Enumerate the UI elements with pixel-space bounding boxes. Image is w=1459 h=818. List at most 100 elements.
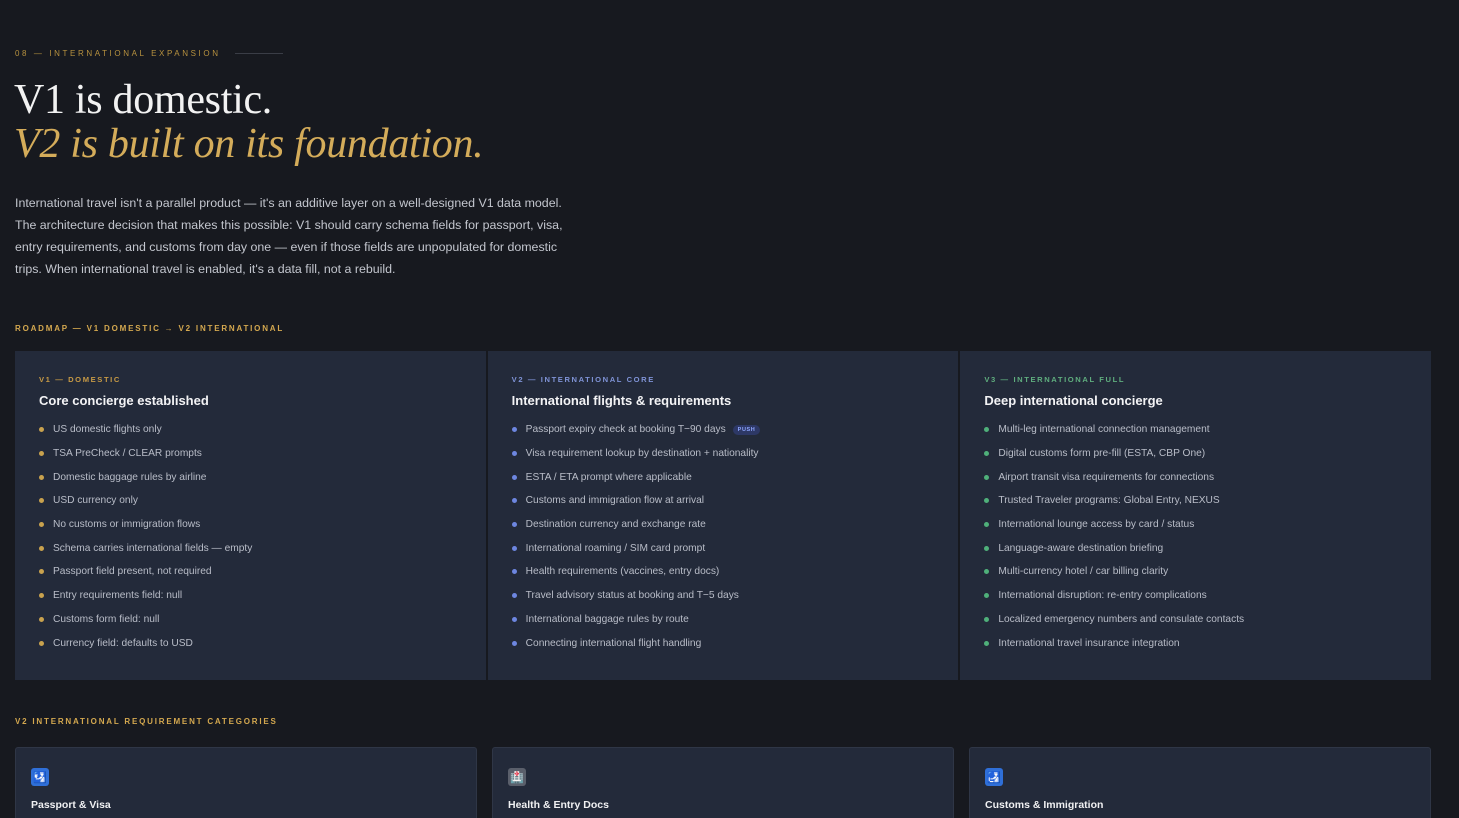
list-item: US domestic flights only bbox=[39, 418, 462, 442]
list-item: International disruption: re-entry compl… bbox=[984, 584, 1407, 608]
bullet-dot-icon bbox=[511, 522, 517, 528]
list-item-text: Visa requirement lookup by destination +… bbox=[525, 448, 759, 460]
bullet-dot-icon bbox=[511, 474, 517, 480]
bullet-dot-icon bbox=[984, 427, 990, 433]
phase-tag: V1 — Domestic bbox=[39, 375, 121, 384]
list-item-text: International disruption: re-entry compl… bbox=[998, 590, 1207, 602]
phase-list: US domestic flights only TSA PreCheck / C… bbox=[39, 418, 462, 655]
list-item-text: Language-aware destination briefing bbox=[998, 542, 1164, 554]
list-item: Passport field present, not required bbox=[39, 560, 462, 584]
bullet-dot-icon bbox=[984, 569, 990, 575]
bullet-dot-icon bbox=[984, 498, 990, 504]
list-item: Travel advisory status at booking and T−… bbox=[511, 584, 935, 608]
list-item-text: Currency field: defaults to USD bbox=[53, 637, 193, 649]
category-title: Customs & Immigration bbox=[985, 799, 1104, 811]
bullet-dot-icon bbox=[39, 593, 44, 599]
list-item-text: No customs or immigration flows bbox=[53, 519, 201, 531]
list-item: ESTA / ETA prompt where applicable bbox=[511, 465, 935, 489]
list-item: Language-aware destination briefing bbox=[984, 536, 1407, 560]
list-item-text: Multi-currency hotel / car billing clari… bbox=[998, 566, 1169, 578]
list-item-text: US domestic flights only bbox=[53, 424, 162, 436]
list-item: Localized emergency numbers and consulat… bbox=[984, 608, 1407, 632]
list-item: Digital customs form pre-fill (ESTA, CBP… bbox=[984, 442, 1407, 466]
list-item: TSA PreCheck / CLEAR prompts bbox=[39, 442, 462, 466]
list-item-text: International baggage rules by route bbox=[525, 613, 689, 625]
list-item: Connecting international flight handling bbox=[511, 631, 935, 655]
list-item: Visa requirement lookup by destination +… bbox=[511, 442, 935, 466]
roadmap-phase-2: V2 — International Core International fli… bbox=[487, 351, 959, 680]
category-title: Passport & Visa bbox=[31, 799, 111, 811]
section-eyebrow: 08 — International Expansion bbox=[15, 49, 283, 58]
list-item-text: Schema carries international fields — em… bbox=[53, 542, 253, 554]
phase-title: Deep international concierge bbox=[984, 393, 1163, 408]
customs-icon: 🛃 bbox=[985, 768, 1003, 786]
list-item: USD currency only bbox=[39, 489, 462, 513]
list-item-text: Health requirements (vaccines, entry doc… bbox=[525, 566, 720, 578]
list-item: International lounge access by card / st… bbox=[984, 513, 1407, 537]
list-item-text: Entry requirements field: null bbox=[53, 590, 183, 602]
list-item-text: ESTA / ETA prompt where applicable bbox=[525, 471, 692, 483]
bullet-dot-icon bbox=[511, 569, 517, 575]
list-item-text: Destination currency and exchange rate bbox=[525, 519, 706, 531]
list-item-text: TSA PreCheck / CLEAR prompts bbox=[53, 448, 202, 460]
bullet-dot-icon bbox=[984, 451, 990, 457]
category-card: 🏥 Health & Entry Docs bbox=[492, 747, 954, 818]
bullet-dot-icon bbox=[511, 640, 517, 646]
list-item: International roaming / SIM card prompt bbox=[511, 536, 935, 560]
headline-line-2: V2 is built on its foundation. bbox=[14, 121, 484, 167]
list-item-text: Passport expiry check at booking T−90 da… bbox=[525, 424, 726, 436]
list-item: Multi-currency hotel / car billing clari… bbox=[984, 560, 1407, 584]
categories-grid: 🛂 Passport & Visa 🏥 Health & Entry Docs 🛃 Cus… bbox=[15, 747, 1431, 818]
list-item-text: Passport field present, not required bbox=[53, 566, 212, 578]
bullet-dot-icon bbox=[39, 427, 44, 433]
bullet-dot-icon bbox=[39, 522, 44, 528]
hospital-icon: 🏥 bbox=[508, 768, 526, 786]
bullet-dot-icon bbox=[511, 616, 517, 622]
list-item: Airport transit visa requirements for co… bbox=[984, 465, 1407, 489]
bullet-dot-icon bbox=[39, 640, 44, 646]
bullet-dot-icon bbox=[984, 640, 990, 646]
bullet-dot-icon bbox=[511, 545, 517, 551]
list-item: Domestic baggage rules by airline bbox=[39, 465, 462, 489]
push-badge: PUSH bbox=[732, 424, 761, 435]
eyebrow-rule bbox=[234, 53, 283, 54]
category-card: 🛂 Passport & Visa bbox=[15, 747, 477, 818]
bullet-dot-icon bbox=[39, 569, 44, 575]
list-item: Trusted Traveler programs: Global Entry,… bbox=[984, 489, 1407, 513]
intro-paragraph: International travel isn't a parallel pr… bbox=[15, 196, 563, 276]
bullet-dot-icon bbox=[511, 593, 517, 599]
list-item: Destination currency and exchange rate bbox=[511, 513, 935, 537]
list-item-text: Customs form field: null bbox=[53, 613, 160, 625]
bullet-dot-icon bbox=[511, 498, 517, 504]
list-item: Health requirements (vaccines, entry doc… bbox=[511, 560, 935, 584]
roadmap-phase-3: V3 — International Full Deep internationa… bbox=[960, 351, 1432, 680]
phase-title: Core concierge established bbox=[39, 393, 209, 408]
bullet-dot-icon bbox=[39, 474, 44, 480]
bullet-dot-icon bbox=[39, 545, 44, 551]
page: 08 — International Expansion V1 is domes… bbox=[0, 0, 1459, 818]
category-card: 🛃 Customs & Immigration bbox=[969, 747, 1431, 818]
bullet-dot-icon bbox=[39, 498, 44, 504]
list-item-text: Trusted Traveler programs: Global Entry,… bbox=[998, 495, 1220, 507]
list-item-text: Connecting international flight handling bbox=[525, 637, 702, 649]
roadmap-phase-1: V1 — Domestic Core concierge established U… bbox=[15, 351, 486, 680]
bullet-dot-icon bbox=[984, 545, 990, 551]
bullet-dot-icon bbox=[984, 616, 990, 622]
list-item-text: Customs and immigration flow at arrival bbox=[525, 495, 705, 507]
bullet-dot-icon bbox=[984, 522, 990, 528]
bullet-dot-icon bbox=[511, 427, 517, 433]
list-item: Schema carries international fields — em… bbox=[39, 536, 462, 560]
bullet-dot-icon bbox=[39, 616, 44, 622]
list-item: Customs and immigration flow at arrival bbox=[511, 489, 935, 513]
list-item-text: USD currency only bbox=[53, 495, 138, 507]
roadmap-label: Roadmap — V1 Domestic → V2 International bbox=[15, 324, 285, 333]
phase-title: International flights & requirements bbox=[511, 393, 732, 408]
phase-tag: V2 — International Core bbox=[511, 375, 655, 384]
phase-tag: V3 — International Full bbox=[984, 375, 1126, 384]
list-item: Currency field: defaults to USD bbox=[39, 631, 462, 655]
list-item-text: Digital customs form pre-fill (ESTA, CBP… bbox=[998, 448, 1206, 460]
list-item-text: Localized emergency numbers and consulat… bbox=[998, 613, 1245, 625]
list-item: International travel insurance integrati… bbox=[984, 631, 1407, 655]
category-title: Health & Entry Docs bbox=[508, 799, 609, 811]
list-item-text: Multi-leg international connection manag… bbox=[998, 424, 1210, 436]
